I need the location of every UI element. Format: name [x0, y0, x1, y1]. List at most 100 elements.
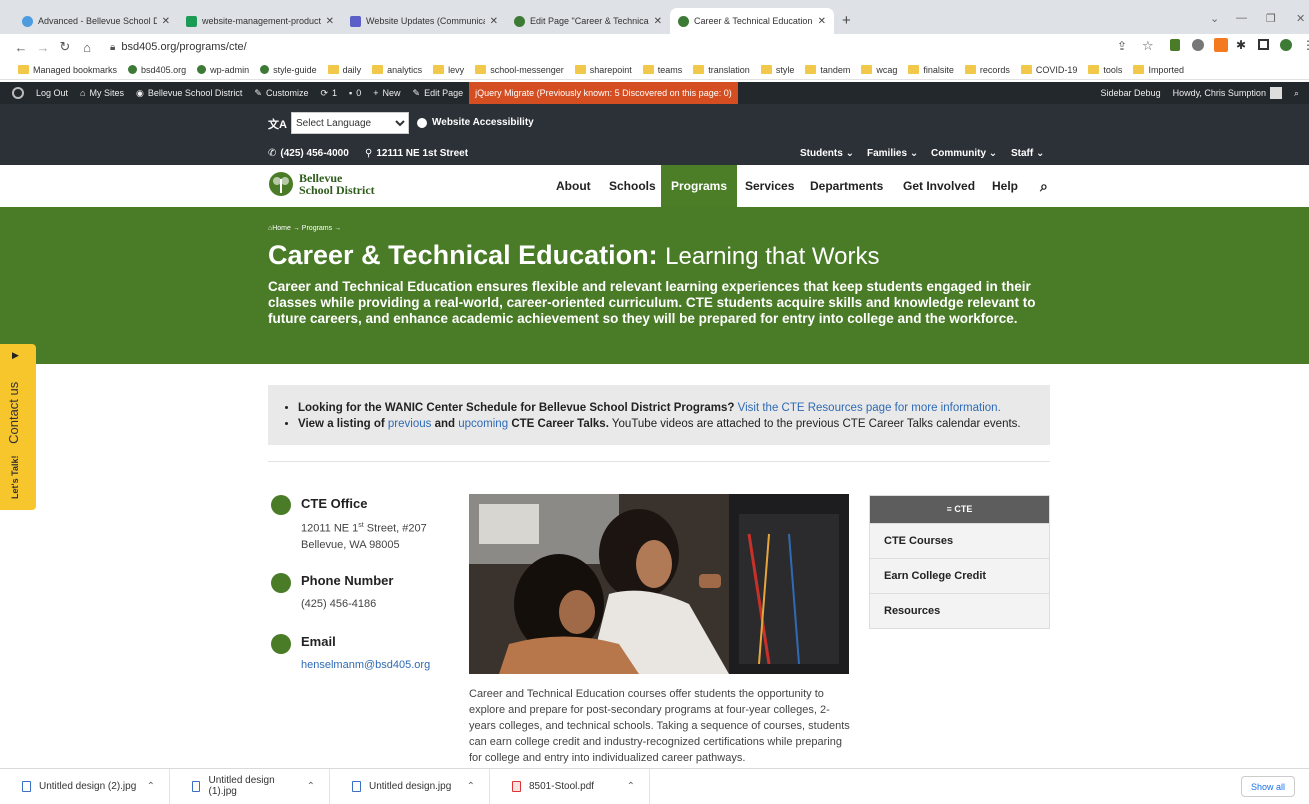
wordpress-extension-icon[interactable]: [1192, 39, 1204, 51]
admin-updates[interactable]: ⟳ 1: [314, 82, 343, 104]
download-item[interactable]: Untitled design (2).jpg ⌃: [0, 768, 170, 804]
tab-search-icon[interactable]: ⌄: [1210, 12, 1219, 25]
upcoming-talks-link[interactable]: upcoming: [458, 418, 508, 430]
previous-talks-link[interactable]: previous: [388, 418, 431, 430]
chevron-up-icon[interactable]: ⌃: [627, 781, 635, 792]
contact-us-tab[interactable]: ▶ Let's Talk! Contact us: [0, 344, 36, 510]
site-phone[interactable]: ✆ (425) 456-4000: [268, 148, 349, 159]
cte-resources-link[interactable]: Visit the CTE Resources page for more in…: [738, 402, 1001, 414]
bookmark-folder[interactable]: COVID-19: [1020, 65, 1077, 75]
nav-get-involved[interactable]: Get Involved: [893, 165, 985, 207]
admin-search-icon[interactable]: ⌕: [1288, 82, 1309, 104]
admin-logout[interactable]: Log Out: [30, 82, 74, 104]
admin-my-sites[interactable]: ⌂ My Sites: [74, 82, 130, 104]
admin-howdy[interactable]: Howdy, Chris Sumption: [1167, 82, 1288, 104]
home-icon[interactable]: ⌂: [78, 40, 96, 55]
admin-site-name[interactable]: ◉ Bellevue School District: [130, 82, 248, 104]
admin-comments[interactable]: ▪ 0: [343, 82, 367, 104]
bookmark-folder[interactable]: style: [760, 65, 794, 75]
bsd-favicon-icon: [678, 15, 689, 27]
nav-services[interactable]: Services: [735, 165, 804, 207]
nav-departments[interactable]: Departments: [800, 165, 893, 207]
share-icon[interactable]: ⇪: [1117, 39, 1127, 53]
site-search-icon[interactable]: ⌕: [1030, 165, 1058, 207]
side-menu-header[interactable]: ≡ CTE: [870, 496, 1049, 523]
side-menu-resources[interactable]: Resources: [870, 593, 1049, 628]
download-item[interactable]: Untitled design.jpg ⌃: [330, 768, 490, 804]
jquery-migrate-notice[interactable]: jQuery Migrate (Previously known: 5 Disc…: [469, 82, 738, 104]
bookmark-wp-admin[interactable]: wp-admin: [197, 65, 249, 75]
bookmark-folder[interactable]: tools: [1088, 65, 1122, 75]
chevron-up-icon[interactable]: ⌃: [467, 781, 475, 792]
nav-programs[interactable]: Programs: [661, 165, 738, 207]
audience-community[interactable]: Community ⌄: [931, 148, 997, 159]
audience-families[interactable]: Families ⌄: [867, 148, 918, 159]
new-tab-button[interactable]: +: [842, 12, 851, 29]
bookmark-folder[interactable]: tandem: [805, 65, 850, 75]
download-item[interactable]: 8501-Stool.pdf ⌃: [490, 768, 650, 804]
bookmark-folder[interactable]: levy: [433, 65, 464, 75]
bookmark-style-guide[interactable]: style-guide: [260, 65, 317, 75]
site-address[interactable]: ⚲ 12111 NE 1st Street: [365, 148, 468, 159]
bookmark-folder[interactable]: teams: [642, 65, 682, 75]
browser-tab[interactable]: website-management-productio ✕: [178, 8, 342, 34]
bookmark-folder[interactable]: sharepoint: [574, 65, 632, 75]
deals-extension-icon[interactable]: [1214, 38, 1228, 52]
language-select[interactable]: Select Language: [291, 112, 409, 134]
bookmark-star-icon[interactable]: ☆: [1142, 38, 1154, 54]
bookmark-folder[interactable]: school-messenger: [475, 65, 564, 75]
bookmark-folder[interactable]: daily: [327, 65, 361, 75]
forward-icon[interactable]: →: [34, 40, 52, 55]
wordpress-logo-icon[interactable]: [0, 82, 30, 104]
close-tab-icon[interactable]: ✕: [326, 16, 334, 27]
admin-edit-page[interactable]: ✎ Edit Page: [407, 82, 470, 104]
bookmark-folder[interactable]: Imported: [1133, 65, 1184, 75]
browser-tab[interactable]: Edit Page "Career & Technical Ed ✕: [506, 8, 670, 34]
site-logo[interactable]: Bellevue School District: [268, 171, 375, 197]
side-panel-icon[interactable]: [1258, 39, 1269, 50]
bookmark-folder[interactable]: records: [964, 65, 1010, 75]
nav-help[interactable]: Help: [982, 165, 1028, 207]
browser-tab[interactable]: Website Updates (Communicatio ✕: [342, 8, 506, 34]
chevron-up-icon[interactable]: ⌃: [147, 781, 155, 792]
admin-sidebar-debug[interactable]: Sidebar Debug: [1095, 82, 1167, 104]
side-menu-cte-courses[interactable]: CTE Courses: [870, 523, 1049, 558]
chevron-up-icon[interactable]: ⌃: [307, 781, 315, 792]
breadcrumb[interactable]: ⌂Home → Programs →: [268, 225, 341, 232]
audience-students[interactable]: Students ⌄: [800, 148, 854, 159]
browser-menu-icon[interactable]: ⋮: [1302, 38, 1309, 52]
close-tab-icon[interactable]: ✕: [818, 16, 826, 27]
lock-icon[interactable]: 🔒︎: [110, 42, 115, 53]
close-tab-icon[interactable]: ✕: [654, 16, 662, 27]
close-tab-icon[interactable]: ✕: [162, 16, 170, 27]
back-icon[interactable]: ←: [12, 40, 30, 55]
bookmark-folder[interactable]: finalsite: [908, 65, 954, 75]
reload-icon[interactable]: ↻: [56, 39, 74, 55]
bookmark-folder[interactable]: analytics: [372, 65, 422, 75]
show-all-downloads-button[interactable]: Show all: [1241, 776, 1295, 797]
phone-number[interactable]: (425) 456-4186: [301, 596, 376, 612]
browser-tab[interactable]: Advanced - Bellevue School Distr ✕: [14, 8, 178, 34]
nav-schools[interactable]: Schools: [599, 165, 666, 207]
extensions-puzzle-icon[interactable]: ✱: [1236, 38, 1246, 52]
admin-new[interactable]: + New: [367, 82, 406, 104]
close-tab-icon[interactable]: ✕: [490, 16, 498, 27]
minimize-icon[interactable]: —: [1236, 12, 1247, 24]
address-bar[interactable]: bsd405.org/programs/cte/: [121, 41, 246, 53]
extension-icon[interactable]: [1170, 39, 1180, 51]
restore-icon[interactable]: ❐: [1266, 12, 1276, 25]
close-window-icon[interactable]: ✕: [1296, 12, 1305, 25]
side-menu-earn-college-credit[interactable]: Earn College Credit: [870, 558, 1049, 593]
bookmark-bsd405[interactable]: bsd405.org: [128, 65, 186, 75]
browser-tab-active[interactable]: Career & Technical Education – B ✕: [670, 8, 834, 34]
accessibility-link[interactable]: Website Accessibility: [417, 117, 534, 128]
email-link[interactable]: henselmanm@bsd405.org: [301, 659, 430, 671]
download-item[interactable]: Untitled design (1).jpg ⌃: [170, 768, 330, 804]
profile-avatar-icon[interactable]: [1280, 39, 1292, 51]
nav-about[interactable]: About: [546, 165, 601, 207]
audience-staff[interactable]: Staff ⌄: [1011, 148, 1044, 159]
admin-customize[interactable]: ✎ Customize: [248, 82, 314, 104]
bookmark-folder[interactable]: translation: [693, 65, 750, 75]
bookmark-managed[interactable]: Managed bookmarks: [18, 65, 117, 75]
bookmark-folder[interactable]: wcag: [861, 65, 897, 75]
